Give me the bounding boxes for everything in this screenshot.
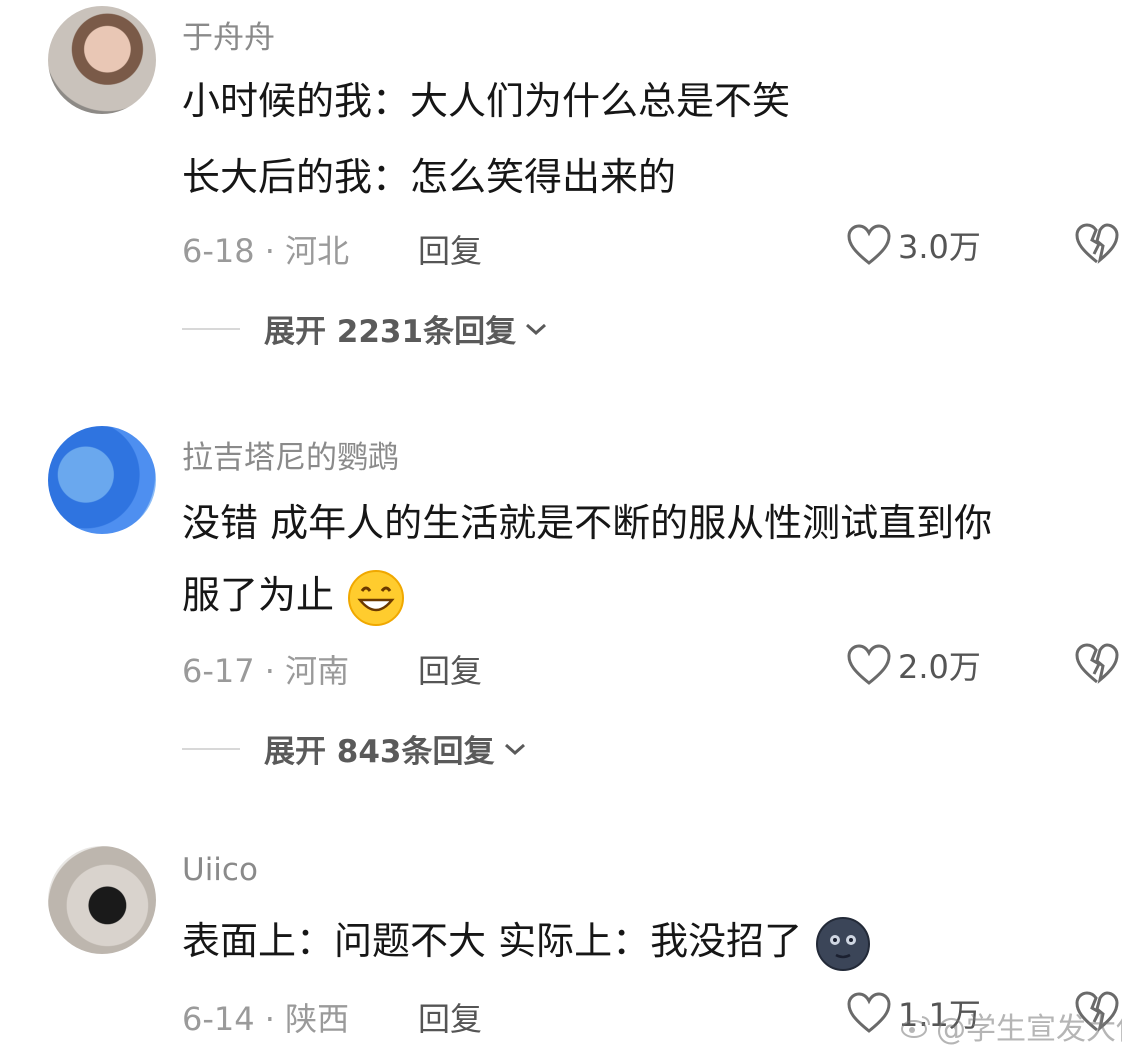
- avatar[interactable]: [48, 846, 156, 954]
- divider-line: [182, 747, 240, 750]
- watermark: @学生宣发大使: [900, 1004, 1122, 1048]
- comment-date-location: 6-14 · 陕西: [182, 1000, 350, 1038]
- divider-line: [182, 327, 240, 330]
- comment-text-segment: 表面上：问题不大 实际上：我没招了: [182, 919, 803, 963]
- expand-label: 展开 2231条回复: [264, 314, 517, 350]
- chevron-down-icon: [526, 323, 547, 335]
- comment-text-line: 长大后的我：怎么笑得出来的: [182, 155, 677, 199]
- dislike-button[interactable]: [1074, 642, 1120, 690]
- new-moon-face-emoji: [816, 916, 871, 971]
- comment-text-segment: 服了为止: [182, 573, 335, 617]
- grinning-face-emoji: [348, 569, 405, 626]
- comment-date-location: 6-17 · 河南: [182, 652, 350, 690]
- comment-text-line: 小时候的我：大人们为什么总是不笑: [182, 79, 791, 123]
- reply-button[interactable]: 回复: [418, 646, 482, 692]
- avatar[interactable]: [48, 6, 156, 114]
- watermark-text: @学生宣发大使: [936, 1012, 1122, 1047]
- like-count: 2.0万: [898, 648, 981, 686]
- expand-replies-button[interactable]: 展开 843条回复: [182, 726, 529, 771]
- comment-date-location: 6-18 · 河北: [182, 232, 350, 270]
- reply-button[interactable]: 回复: [418, 226, 482, 272]
- comment-text-line: 没错 成年人的生活就是不断的服从性测试直到你: [182, 501, 993, 545]
- avatar[interactable]: [48, 426, 156, 534]
- heart-outline-icon: [847, 224, 891, 265]
- heart-outline-icon: [847, 992, 891, 1033]
- expand-label: 展开 843条回复: [264, 734, 495, 770]
- like-button[interactable]: 2.0万: [846, 642, 981, 688]
- comment-username[interactable]: Uiico: [182, 852, 258, 888]
- comment-text-line: 表面上：问题不大 实际上：我没招了: [182, 908, 872, 974]
- weibo-logo-icon: [901, 1016, 930, 1038]
- comment-text-line: 服了为止: [182, 562, 406, 628]
- dislike-button[interactable]: [1074, 222, 1120, 270]
- reply-button[interactable]: 回复: [418, 994, 482, 1040]
- expand-replies-button[interactable]: 展开 2231条回复: [182, 306, 550, 351]
- heart-outline-icon: [847, 644, 891, 685]
- like-count: 3.0万: [898, 228, 981, 266]
- broken-heart-icon: [1075, 643, 1119, 684]
- chevron-down-icon: [504, 743, 525, 755]
- broken-heart-icon: [1075, 223, 1119, 264]
- like-button[interactable]: 3.0万: [846, 222, 981, 268]
- comment-username[interactable]: 于舟舟: [182, 12, 275, 57]
- comment-username[interactable]: 拉吉塔尼的鹦鹉: [182, 432, 399, 477]
